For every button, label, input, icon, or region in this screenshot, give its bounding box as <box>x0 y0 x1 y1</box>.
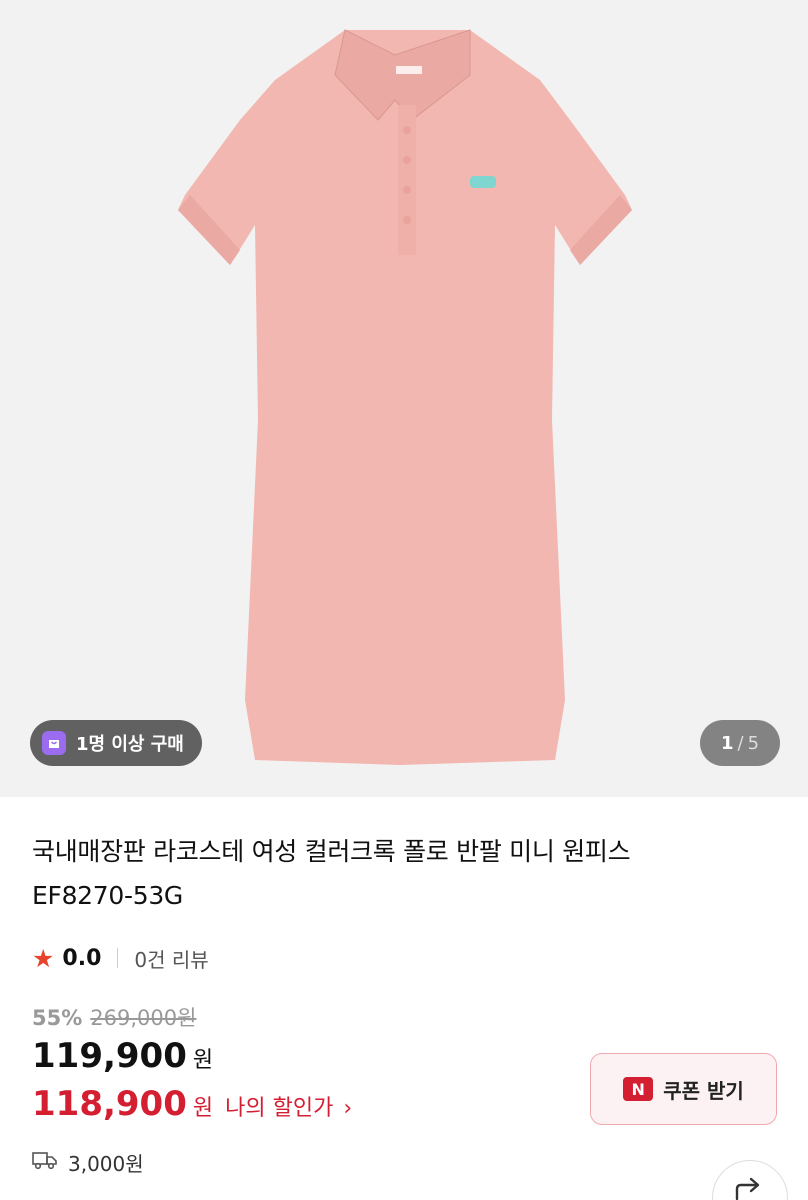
my-price-currency: 원 <box>192 1096 214 1121</box>
sale-price-value: 119,900 <box>32 1036 187 1076</box>
coupon-label: 쿠폰 받기 <box>663 1078 744 1103</box>
discount-info: 55% 269,000원 <box>32 1002 196 1032</box>
product-title-line1: 국내매장판 라코스테 여성 컬러크록 폴로 반팔 미니 원피스 <box>32 837 631 866</box>
image-separator: / <box>737 732 744 754</box>
product-title-line2: EF8270-53G <box>32 881 184 910</box>
purchase-count-badge: 1명 이상 구매 <box>30 720 202 766</box>
share-icon <box>733 1175 767 1200</box>
star-icon: ★ <box>32 943 55 973</box>
my-price-label: 나의 할인가 <box>225 1096 334 1121</box>
badge-label: 1명 이상 구매 <box>76 734 184 755</box>
image-total: 5 <box>747 732 760 754</box>
my-discount-price-link[interactable]: 118,900 원 나의 할인가 › <box>32 1084 352 1124</box>
n-coupon-icon: N <box>623 1077 654 1101</box>
shipping-fee: 3,000원 <box>68 1152 144 1176</box>
original-price: 269,000원 <box>90 1006 197 1030</box>
discount-percent: 55% <box>32 1006 83 1030</box>
sale-price-currency: 원 <box>192 1048 214 1073</box>
product-image-gallery[interactable]: 1명 이상 구매 1 / 5 <box>0 0 808 797</box>
rating-divider <box>117 948 119 968</box>
rating-summary[interactable]: ★ 0.0 0건 리뷰 <box>32 940 209 976</box>
truck-icon <box>32 1150 58 1175</box>
product-image <box>178 29 632 765</box>
image-counter: 1 / 5 <box>700 720 780 766</box>
my-price-value: 118,900 <box>32 1084 187 1124</box>
chevron-right-icon: › <box>343 1096 353 1121</box>
product-title: 국내매장판 라코스테 여성 컬러크록 폴로 반팔 미니 원피스 EF8270-5… <box>32 830 772 918</box>
sale-price: 119,900 원 <box>32 1036 213 1076</box>
image-index: 1 <box>720 732 734 754</box>
coupon-button[interactable]: N 쿠폰 받기 <box>590 1053 777 1125</box>
review-count-link[interactable]: 0건 리뷰 <box>134 944 208 973</box>
share-button[interactable] <box>712 1160 788 1200</box>
rating-score: 0.0 <box>62 945 102 971</box>
shipping-info: 3,000원 <box>32 1148 144 1177</box>
shopping-bag-icon <box>42 731 66 755</box>
